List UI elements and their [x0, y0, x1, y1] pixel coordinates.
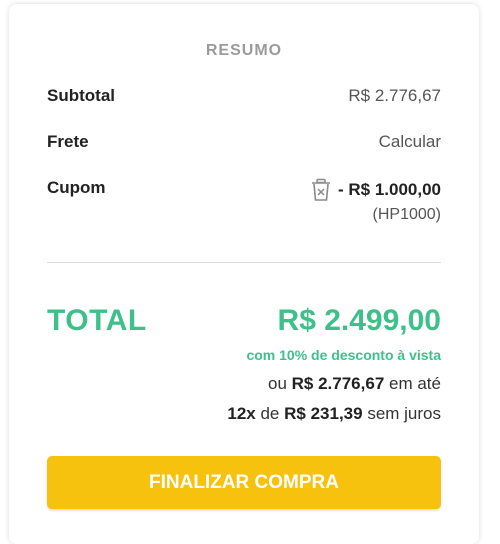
trash-icon[interactable]: [310, 178, 332, 202]
total-value: R$ 2.499,00: [277, 304, 441, 337]
installments-suffix: sem juros: [367, 404, 441, 423]
full-price-line: ou R$ 2.776,67 em até: [268, 374, 441, 394]
subtotal-label: Subtotal: [47, 86, 115, 105]
full-price-suffix: em até: [389, 374, 441, 393]
summary-title: RESUMO: [205, 42, 283, 59]
total-label: TOTAL: [47, 304, 147, 337]
subtotal-value: R$ 2.776,67: [348, 86, 441, 105]
installments-of: de: [260, 404, 280, 423]
coupon-value: - R$ 1.000,00: [337, 180, 441, 199]
shipping-label: Frete: [47, 132, 89, 151]
shipping-calculate-link[interactable]: Calcular: [379, 132, 441, 152]
full-price-value: R$ 2.776,67: [291, 374, 385, 393]
coupon-code: (HP1000): [372, 206, 441, 223]
order-summary-card: RESUMO Subtotal R$ 2.776,67 Frete Calcul…: [9, 4, 479, 544]
divider: [47, 262, 441, 263]
installments-value: R$ 231,39: [284, 404, 363, 423]
checkout-button[interactable]: FINALIZAR COMPRA: [47, 456, 441, 509]
coupon-discount: - R$ 1.000,00: [310, 178, 441, 202]
installments-line: 12x de R$ 231,39 sem juros: [227, 404, 441, 424]
coupon-label: Cupom: [47, 178, 106, 197]
installments-count: 12x: [227, 404, 256, 423]
cash-discount-note: com 10% de desconto à vista: [246, 347, 441, 363]
full-price-prefix: ou: [267, 374, 287, 393]
